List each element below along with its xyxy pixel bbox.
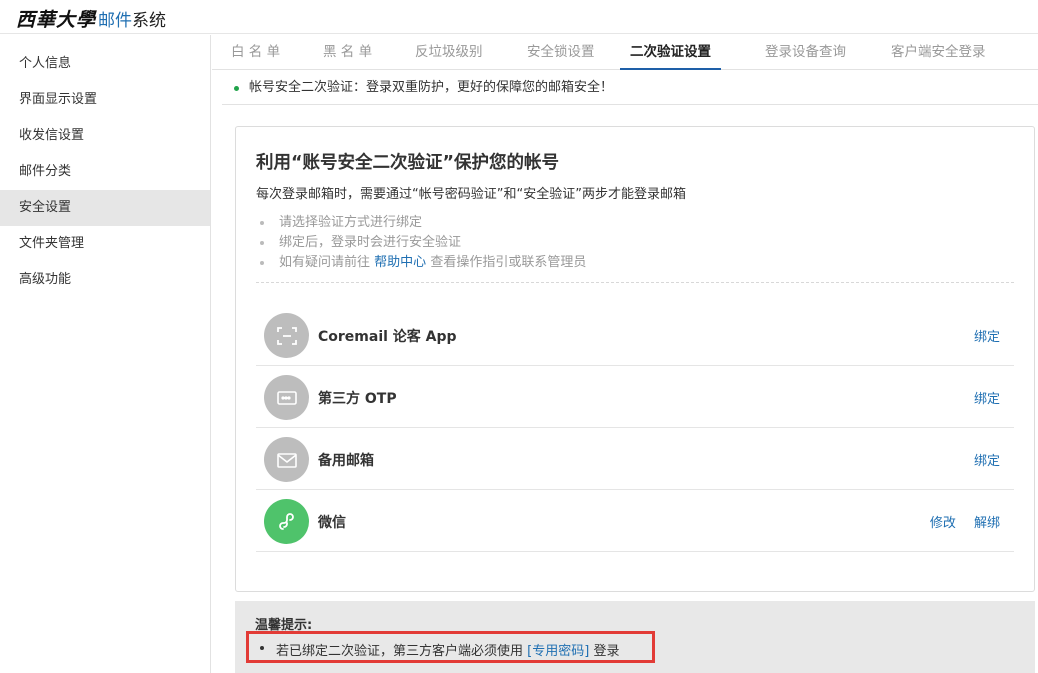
warm-tip-panel: 温馨提示: 若已绑定二次验证，第三方客户端必须使用 [专用密码] 登录 bbox=[235, 601, 1035, 673]
header: 西華大學 邮件 系统 bbox=[0, 0, 1038, 34]
logo[interactable]: 西華大學 邮件 系统 bbox=[16, 5, 166, 32]
tip-item: 绑定后，登录时会进行安全验证 bbox=[260, 233, 586, 253]
password-card-icon bbox=[264, 375, 309, 420]
tab-two-factor[interactable]: 二次验证设置 bbox=[620, 35, 721, 70]
tab-client-secure-login[interactable]: 客户端安全登录 bbox=[891, 35, 986, 70]
method-actions: 绑定 bbox=[960, 326, 1000, 345]
sidebar-item-display-settings[interactable]: 界面显示设置 bbox=[0, 82, 210, 118]
notice-text: 帐号安全二次验证：登录双重防护，更好的保障您的邮箱安全！ bbox=[249, 80, 614, 95]
sidebar-item-security[interactable]: 安全设置 bbox=[0, 190, 210, 226]
modify-button[interactable]: 修改 bbox=[930, 516, 956, 531]
main-content: 白 名 单 黑 名 单 反垃圾级别 安全锁设置 二次验证设置 登录设备查询 客户… bbox=[212, 35, 1038, 673]
method-row-third-party-otp: 第三方 OTP 绑定 bbox=[256, 366, 1014, 428]
logo-school-name: 西華大學 bbox=[16, 9, 97, 31]
method-row-wechat: 微信 修改 解绑 bbox=[256, 490, 1014, 552]
tip-item: 如有疑问请前往 帮助中心 查看操作指引或联系管理员 bbox=[260, 253, 586, 273]
method-row-backup-email: 备用邮箱 绑定 bbox=[256, 428, 1014, 490]
sidebar-item-folder-management[interactable]: 文件夹管理 bbox=[0, 226, 210, 262]
sidebar-item-personal-info[interactable]: 个人信息 bbox=[0, 46, 210, 82]
dedicated-password-link[interactable]: [专用密码] bbox=[527, 644, 589, 659]
two-factor-card: 利用“账号安全二次验证”保护您的帐号 每次登录邮箱时，需要通过“帐号密码验证”和… bbox=[235, 126, 1035, 592]
warm-tip-highlight: 若已绑定二次验证，第三方客户端必须使用 [专用密码] 登录 bbox=[246, 631, 655, 663]
bind-button[interactable]: 绑定 bbox=[974, 454, 1000, 469]
logo-mail-text: 邮件 bbox=[98, 11, 133, 31]
help-center-link[interactable]: 帮助中心 bbox=[374, 255, 426, 270]
sidebar-item-mail-filter[interactable]: 邮件分类 bbox=[0, 154, 210, 190]
tips-list: 请选择验证方式进行绑定 绑定后，登录时会进行安全验证 如有疑问请前往 帮助中心 … bbox=[260, 213, 586, 273]
method-actions: 修改 解绑 bbox=[916, 512, 1000, 531]
sidebar: 个人信息 界面显示设置 收发信设置 邮件分类 安全设置 文件夹管理 高级功能 bbox=[0, 35, 211, 673]
wechat-mini-program-icon bbox=[264, 499, 309, 544]
unbind-button[interactable]: 解绑 bbox=[974, 516, 1000, 531]
warm-tip-text: 若已绑定二次验证，第三方客户端必须使用 [专用密码] 登录 bbox=[276, 640, 619, 659]
method-row-coremail-app: Coremail 论客 App 绑定 bbox=[256, 304, 1014, 366]
method-name: 备用邮箱 bbox=[318, 453, 374, 469]
method-actions: 绑定 bbox=[960, 388, 1000, 407]
notice-bar: 帐号安全二次验证：登录双重防护，更好的保障您的邮箱安全！ bbox=[222, 71, 1038, 105]
method-actions: 绑定 bbox=[960, 450, 1000, 469]
dashed-divider bbox=[256, 282, 1014, 283]
sidebar-item-send-receive[interactable]: 收发信设置 bbox=[0, 118, 210, 154]
tip-help-prefix: 如有疑问请前往 bbox=[279, 255, 371, 270]
card-title: 利用“账号安全二次验证”保护您的帐号 bbox=[256, 153, 560, 173]
tab-spam-level[interactable]: 反垃圾级别 bbox=[415, 35, 483, 70]
tab-blacklist[interactable]: 黑 名 单 bbox=[323, 35, 372, 70]
notice-bullet bbox=[234, 86, 239, 91]
scan-icon bbox=[264, 313, 309, 358]
tab-bar: 白 名 单 黑 名 单 反垃圾级别 安全锁设置 二次验证设置 登录设备查询 客户… bbox=[212, 35, 1038, 70]
method-name: Coremail 论客 App bbox=[318, 329, 457, 345]
tab-security-lock[interactable]: 安全锁设置 bbox=[527, 35, 595, 70]
envelope-icon bbox=[264, 437, 309, 482]
warm-tip-suffix: 登录 bbox=[593, 644, 620, 659]
warm-tip-prefix: 若已绑定二次验证，第三方客户端必须使用 bbox=[276, 644, 524, 659]
method-name: 第三方 OTP bbox=[318, 391, 397, 407]
bind-button[interactable]: 绑定 bbox=[974, 330, 1000, 345]
tab-login-devices[interactable]: 登录设备查询 bbox=[765, 35, 846, 70]
tip-item: 请选择验证方式进行绑定 bbox=[260, 213, 586, 233]
card-description: 每次登录邮箱时，需要通过“帐号密码验证”和“安全验证”两步才能登录邮箱 bbox=[256, 187, 686, 202]
tip-help-suffix: 查看操作指引或联系管理员 bbox=[430, 255, 587, 270]
method-name: 微信 bbox=[318, 515, 346, 531]
warm-tip-bullet bbox=[260, 646, 264, 650]
sidebar-item-advanced[interactable]: 高级功能 bbox=[0, 262, 210, 298]
logo-system-text: 系统 bbox=[132, 11, 167, 31]
tab-whitelist[interactable]: 白 名 单 bbox=[231, 35, 280, 70]
bind-button[interactable]: 绑定 bbox=[974, 392, 1000, 407]
